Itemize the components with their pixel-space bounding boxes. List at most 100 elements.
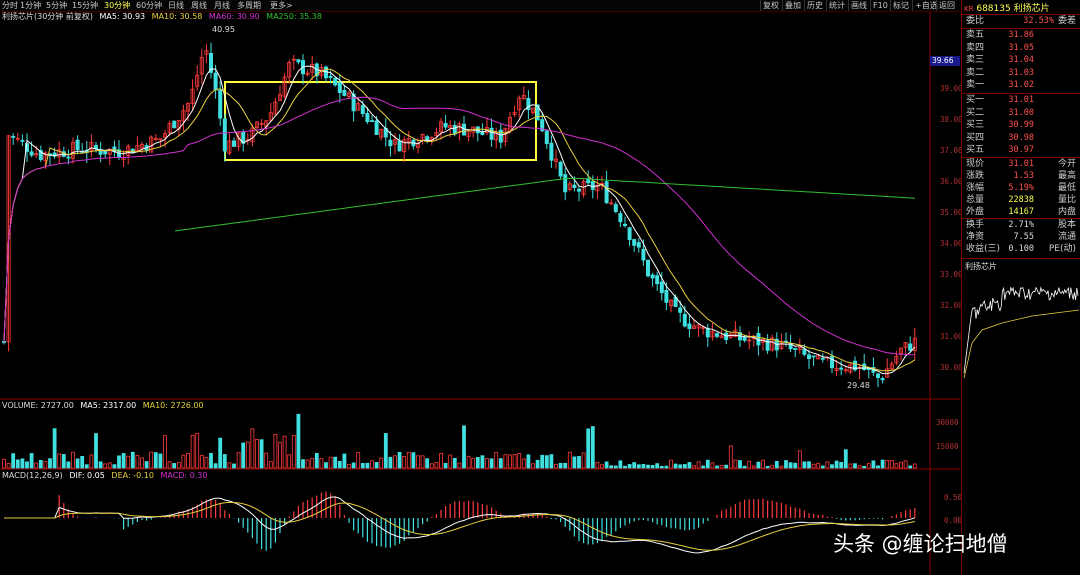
candle-body <box>218 89 223 119</box>
ask-row: 卖二 31.03 <box>966 68 1078 79</box>
volume-bar <box>485 458 489 469</box>
ma250-legend: MA250: 35.38 <box>266 12 322 21</box>
volume-bar <box>374 462 379 469</box>
candle-body <box>655 275 660 285</box>
candle-body <box>75 139 80 151</box>
y-tick: 30.00 <box>940 363 963 372</box>
volume-bar <box>655 463 660 469</box>
candle-body <box>623 223 628 227</box>
volume-bar <box>641 463 646 469</box>
volume-bar <box>402 456 407 469</box>
candle-body <box>172 120 177 129</box>
intraday-mini-chart[interactable] <box>962 268 1080 398</box>
kline-chart-canvas[interactable] <box>0 0 960 575</box>
volume-bar <box>774 461 779 469</box>
volume-bar <box>802 461 807 469</box>
y-tick: 35.00 <box>940 208 963 217</box>
candle-body <box>231 140 236 147</box>
candle-body <box>66 156 71 159</box>
volume-bar <box>489 458 494 469</box>
volume-bar <box>664 465 669 469</box>
stat-row: 换手 2.71% 股本 <box>966 220 1078 231</box>
volume-bar <box>618 460 623 469</box>
volume-bar <box>471 458 476 469</box>
volume-bar <box>245 441 250 469</box>
volume-bar <box>462 425 466 469</box>
current-price-tag: 39.66 <box>932 56 954 65</box>
volume-bar <box>443 463 448 469</box>
kr-badge: KR <box>964 5 974 13</box>
volume-bar <box>609 465 614 469</box>
volume-bar <box>687 462 692 469</box>
volume-bar <box>328 456 333 469</box>
volume-bar <box>595 461 600 469</box>
volume-bar <box>126 455 131 469</box>
y-tick: 31.00 <box>940 332 963 341</box>
volume-bar <box>903 460 908 469</box>
candle-body <box>296 59 301 63</box>
volume-bar <box>301 459 305 469</box>
candle-body <box>572 184 577 188</box>
volume-bar <box>839 461 844 469</box>
ask-price: 31.04 <box>1008 55 1034 65</box>
candle-body <box>839 367 844 370</box>
volume-bar <box>393 455 397 469</box>
ma250-line <box>174 177 916 232</box>
volume-bar <box>337 460 342 469</box>
volume-bar <box>66 461 71 469</box>
high-price-label: 40.95 <box>212 25 235 34</box>
volume-bar <box>765 465 770 469</box>
macd-dea: DEA: -0.10 <box>111 471 154 480</box>
volume-bar <box>416 455 420 469</box>
candle-body <box>830 355 835 369</box>
volume-bar <box>103 463 108 469</box>
volume-bar <box>623 465 627 469</box>
ma5-legend: MA5: 30.93 <box>99 12 146 21</box>
volume-bar <box>669 459 673 469</box>
candle-body <box>715 333 720 337</box>
mini-price-line <box>963 286 1079 374</box>
volume-bar <box>715 465 719 469</box>
candle-body <box>590 181 595 190</box>
volume-bar <box>140 457 144 469</box>
volume-bar <box>751 465 756 469</box>
volume-ma5: MA5: 2317.00 <box>80 401 137 410</box>
volume-bar <box>784 460 788 469</box>
candle-body <box>374 120 379 135</box>
candle-body <box>687 323 692 329</box>
volume-bar <box>94 433 98 469</box>
mini-avg-line <box>963 309 1080 379</box>
stat-label-right: 最低 <box>1057 183 1076 193</box>
y-tick: 39.00 <box>940 84 963 93</box>
main-chart-legend: 利扬芯片(30分钟 前复权) MA5: 30.93 MA10: 30.58 MA… <box>2 12 322 22</box>
volume-bar <box>613 465 618 469</box>
volume-bar <box>862 465 867 469</box>
volume-bar <box>627 464 632 469</box>
volume-bar <box>222 454 227 469</box>
stat-label: 涨幅 <box>966 183 985 193</box>
stat-row: 现价 31.01 今开 <box>966 159 1078 170</box>
candle-body <box>618 213 623 223</box>
stat-label: 涨跌 <box>966 171 985 181</box>
low-price-label: 29.48 <box>847 381 870 390</box>
volume-bar <box>351 462 356 469</box>
bid-price: 31.00 <box>1008 107 1034 118</box>
stat-row: 总量 22838 量比 <box>966 195 1078 206</box>
volume-bar <box>857 465 862 469</box>
volume-bar <box>112 464 117 469</box>
volume-bar <box>577 456 581 469</box>
volume-bar <box>793 462 798 469</box>
candle-body <box>742 336 747 341</box>
volume-legend: VOLUME: 2727.00 MA5: 2317.00 MA10: 2726.… <box>2 401 204 411</box>
volume-bar <box>296 413 301 469</box>
volume-bar <box>379 457 384 469</box>
volume-bar <box>659 465 664 469</box>
candle-body <box>213 72 218 91</box>
volume-bar <box>273 433 278 469</box>
volume-bar <box>190 434 195 469</box>
ask-label: 卖二 <box>966 67 985 78</box>
volume-bar <box>558 462 563 469</box>
volume-bar <box>581 452 586 469</box>
volume-bar <box>406 451 411 469</box>
volume-ma10: MA10: 2726.00 <box>142 401 204 410</box>
